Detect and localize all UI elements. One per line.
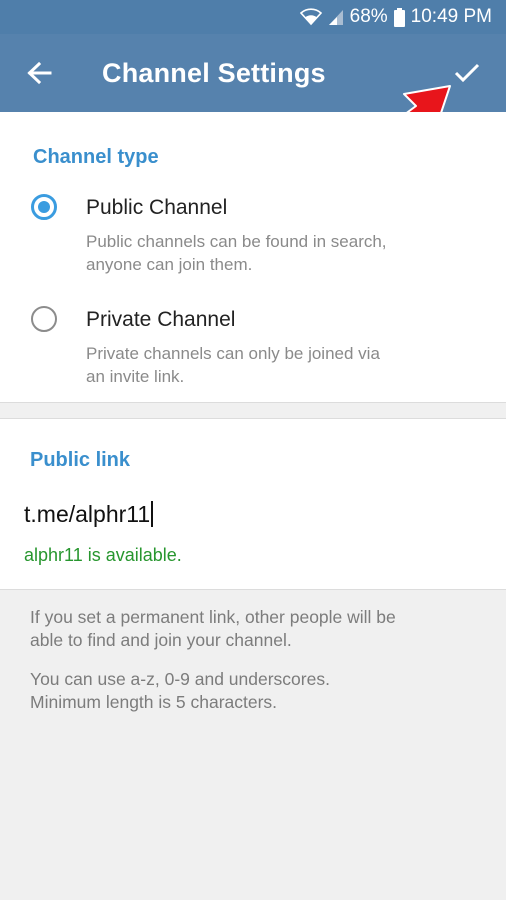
text-cursor [151,501,154,527]
info-line: You can use a-z, 0-9 and underscores. [30,669,330,689]
public-link-input[interactable]: t.me/alphr11 [24,497,484,531]
info-line: If you set a permanent link, other peopl… [30,607,396,627]
status-bar: 68% 10:49 PM [0,0,506,34]
battery-icon [393,7,405,27]
public-desc-line-1: Public channels can be found in search, [86,232,387,251]
public-link-heading: Public link [30,449,131,471]
channel-type-heading: Channel type [33,146,159,168]
back-button[interactable] [22,56,56,90]
private-channel-description: Private channels can only be joined via … [86,342,446,388]
clock: 10:49 PM [410,6,492,27]
public-desc-line-2: anyone can join them. [86,255,253,274]
info-line: able to find and join your channel. [30,630,292,650]
public-channel-description: Public channels can be found in search, … [86,230,446,276]
public-channel-label[interactable]: Public Channel [86,196,227,220]
private-channel-label[interactable]: Private Channel [86,308,235,332]
checkmark-icon [454,63,480,83]
wifi-icon [299,8,322,26]
info-line: Minimum length is 5 characters. [30,692,278,712]
channel-type-section: Channel type Public Channel Public chann… [0,112,506,403]
public-link-value: t.me/alphr11 [24,500,151,527]
signal-icon [328,8,344,26]
private-desc-line-1: Private channels can only be joined via [86,344,380,363]
info-paragraph-1: If you set a permanent link, other peopl… [30,606,470,652]
private-desc-line-2: an invite link. [86,367,185,386]
private-channel-radio[interactable] [31,306,57,332]
battery-percent: 68% [349,6,388,27]
public-link-section: Public link t.me/alphr11 alphr11 is avai… [0,418,506,590]
availability-status: alphr11 is available. [24,545,182,565]
back-arrow-icon [27,61,52,85]
public-channel-radio[interactable] [31,194,57,220]
page-title: Channel Settings [102,58,326,88]
info-paragraph-2: You can use a-z, 0-9 and underscores. Mi… [30,668,470,714]
